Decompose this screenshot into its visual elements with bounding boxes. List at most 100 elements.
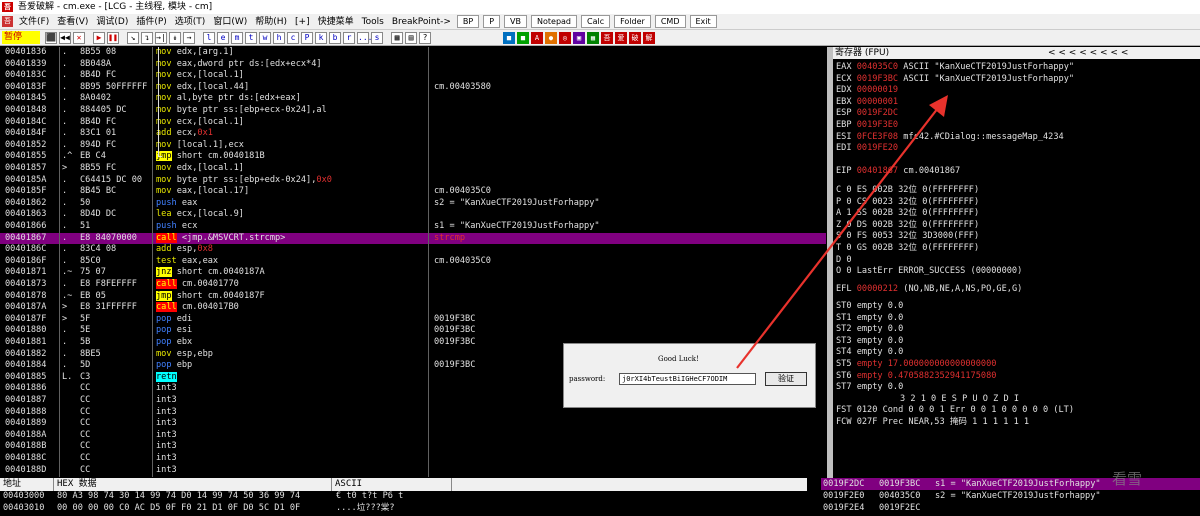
flag-row[interactable]: A 1 SS 002B 32位 0(FFFFFFFF) [836,208,979,220]
plugin-notepad-button[interactable]: Notepad [531,15,577,28]
cpu-row[interactable]: 0040188A CC int3 [0,430,826,442]
cpu-row[interactable]: 00401871 .~ 75 07 jnz short cm.0040187A [0,267,826,279]
plugin-bp-button[interactable]: BP [456,15,480,28]
cpu-row[interactable]: 0040184C. 8B4D FC mov ecx,[local.1] [0,117,826,129]
register-row[interactable]: EBP 0019F3E0 [836,120,898,132]
fpu-row[interactable]: ST1 empty 0.0 [836,313,903,325]
cpu-row[interactable]: 0040186F. 85C0 test eax,eax cm.004035C0 [0,256,826,268]
stack-row[interactable]: 0019F2DC 0019F3BC s1 = "KanXueCTF2019JustF… [821,478,1200,490]
breakpoints-window-button[interactable]: b [329,31,341,44]
plugin-wu-icon[interactable]: 吾 [601,31,613,44]
help-icon[interactable]: ? [419,31,431,44]
fpu-row[interactable]: ST0 empty 0.0 [836,301,903,313]
modules-window-button[interactable]: e [217,31,229,44]
verify-button[interactable]: 验证 [765,372,807,386]
plugin-tool-icon[interactable]: A [531,31,543,44]
flag-row[interactable]: Z 0 DS 002B 32位 0(FFFFFFFF) [836,220,979,232]
registers-nav-arrows[interactable]: < < < < < < < < [1048,47,1128,59]
cpu-row[interactable]: 00401878 .~ EB 05 jmp short cm.0040187F [0,290,826,303]
menu-help[interactable]: 帮助(H) [251,15,291,29]
flag-row[interactable]: O 0 LastErr ERROR_SUCCESS (00000000) [836,266,1022,278]
dump-col-hex[interactable]: HEX 数据 [54,478,332,491]
fcw-row[interactable]: FCW 027F Prec NEAR,53 掩码 1 1 1 1 1 1 [836,417,1029,429]
log-window-button[interactable]: l [203,31,215,44]
run-trace-window-button[interactable]: ... [357,31,372,44]
menu-app-icon[interactable]: 吾 [2,16,13,27]
stack-row[interactable]: 0019F2E4 0019F2EC [821,502,1200,514]
cpu-row[interactable]: 0040183F. 8B95 50FFFFFF mov edx,[local.44]… [0,82,826,94]
menu-plugins[interactable]: 插件(P) [132,15,170,29]
threads-window-button[interactable]: t [245,31,257,44]
cpu-row[interactable]: 00401889 CC int3 [0,418,826,430]
stack-pane[interactable]: 0019F2DC 0019F3BC s1 = "KanXueCTF2019JustF… [821,478,1200,516]
cpu-row[interactable]: 00401873. E8 F8FEFFFF call cm.00401770 [0,279,826,291]
cpu-row[interactable]: 00401880. 5E pop esi 0019F3BC [0,325,826,337]
plugin-tool-icon[interactable]: ▣ [573,31,585,44]
appearance-icon[interactable]: ▤ [405,31,417,44]
open-icon[interactable]: ⬛ [45,31,57,44]
windows-window-button[interactable]: w [259,31,271,44]
cpu-row[interactable]: 00401866. 51 push ecx s1 = "KanXueCTF2019Ju… [0,221,826,233]
cpu-row[interactable]: 00401852. 894D FC mov [local.1],ecx [0,140,826,152]
menu-breakpoint[interactable]: BreakPoint-> [388,15,455,29]
flag-row[interactable]: T 0 GS 002B 32位 0(FFFFFFFF) [836,243,979,255]
fpu-row[interactable]: ST6 empty 0.4705882352941175080 [836,371,996,383]
fpu-bits-row[interactable]: 3 2 1 0 E S P U O Z D I [900,394,1019,406]
cpu-row[interactable]: 00401836. 8B55 08 mov edx,[arg.1] [0,47,826,59]
cpu-row[interactable]: 00401888 CC int3 [0,407,826,419]
stack-row[interactable]: 0019F2E0 004035C0 s2 = "KanXueCTF2019JustF… [821,490,1200,502]
handles-window-button[interactable]: h [273,31,285,44]
plugin-tool-icon[interactable]: ■ [517,31,529,44]
menu-plus[interactable]: [+] [291,15,314,29]
plugin-cmd-button[interactable]: CMD [654,15,686,28]
source-window-button[interactable]: s [371,31,383,44]
patches-window-button[interactable]: P [301,31,313,44]
menu-window[interactable]: 窗口(W) [209,15,251,29]
cpu-row[interactable]: 0040183C. 8B4D FC mov ecx,[local.1] [0,70,826,82]
eip-row[interactable]: EIP 00401867 cm.00401867 [836,166,960,178]
plugin-ai-icon[interactable]: 爱 [615,31,627,44]
efl-row[interactable]: EFL 00000212 (NO,NB,NE,A,NS,PO,GE,G) [836,284,1022,296]
register-row[interactable]: EBX 00000001 [836,97,898,109]
cpu-row[interactable]: 0040184F. 83C1 01 add ecx,0x1 [0,128,826,140]
plugin-p-button[interactable]: P [483,15,501,28]
cpu-row[interactable]: 00401862. 50 push eax s2 = "KanXueCTF2019Ju… [0,198,826,210]
cpu-row[interactable]: 00401848. 884405 DC mov byte ptr ss:[ebp+e… [0,105,826,117]
flag-row[interactable]: C 0 ES 002B 32位 0(FFFFFFFF) [836,185,979,197]
cpu-row[interactable]: 0040187A > E8 31FFFFFF call cm.004017B0 [0,302,826,314]
pause-icon[interactable]: ❚❚ [107,31,119,44]
cpu-row[interactable]: 00401855 .^ EB C4 jmp short cm.0040181B [0,151,826,163]
menu-file[interactable]: 文件(F) [15,15,53,29]
plugin-tool-icon[interactable]: ■ [503,31,515,44]
callstack-window-button[interactable]: k [315,31,327,44]
fpu-row[interactable]: ST4 empty 0.0 [836,347,903,359]
plugin-calc-button[interactable]: Calc [581,15,611,28]
fpu-row[interactable]: ST5 empty 17.000000000000000000 [836,359,996,371]
cpu-row[interactable]: 00401863. 8D4D DC lea ecx,[local.9] [0,209,826,221]
cpu-row[interactable]: 0040187F >5F pop edi 0019F3BC [0,314,826,326]
cpu-row[interactable]: 00401845. 8A0402 mov al,byte ptr ds:[edx+e… [0,93,826,105]
password-input[interactable]: j0rXI4bTeustBiIGHeCF7ODIM [619,373,756,385]
plugin-tool-icon[interactable]: ● [545,31,557,44]
register-row[interactable]: EDI 0019FE20 [836,143,898,155]
menu-options[interactable]: 选项(T) [171,15,210,29]
dump-col-ascii[interactable]: ASCII [332,478,452,491]
cpu-row[interactable]: 0040188B CC int3 [0,441,826,453]
register-row[interactable]: ECX 0019F3BC ASCII "KanXueCTF2019JustFor… [836,74,1074,86]
flag-row[interactable]: P 0 CS 0023 32位 0(FFFFFFFF) [836,197,979,209]
step-over-icon[interactable]: ↴ [141,31,153,44]
cpu-row[interactable]: 0040185F. 8B45 BC mov eax,[local.17] cm.004… [0,186,826,198]
menu-shortcut[interactable]: 快捷菜单 [314,15,358,29]
plugin-folder-button[interactable]: Folder [614,15,651,28]
plugin-po-icon[interactable]: 破 [629,31,641,44]
register-row[interactable]: EAX 004035C0 ASCII "KanXueCTF2019JustFor… [836,62,1074,74]
fpu-row[interactable]: ST3 empty 0.0 [836,336,903,348]
step-into-icon[interactable]: ↘ [127,31,139,44]
execute-till-return-icon[interactable]: → [183,31,195,44]
register-row[interactable]: EDX 00000019 [836,85,898,97]
cpu-row[interactable]: 0040188D CC int3 [0,465,826,477]
plugin-exit-button[interactable]: Exit [689,15,717,28]
fpu-row[interactable]: ST7 empty 0.0 [836,382,903,394]
register-row[interactable]: ESI 0FCE3F08 mfc42.#CDialog::messageMap_… [836,132,1064,144]
references-window-button[interactable]: r [343,31,355,44]
